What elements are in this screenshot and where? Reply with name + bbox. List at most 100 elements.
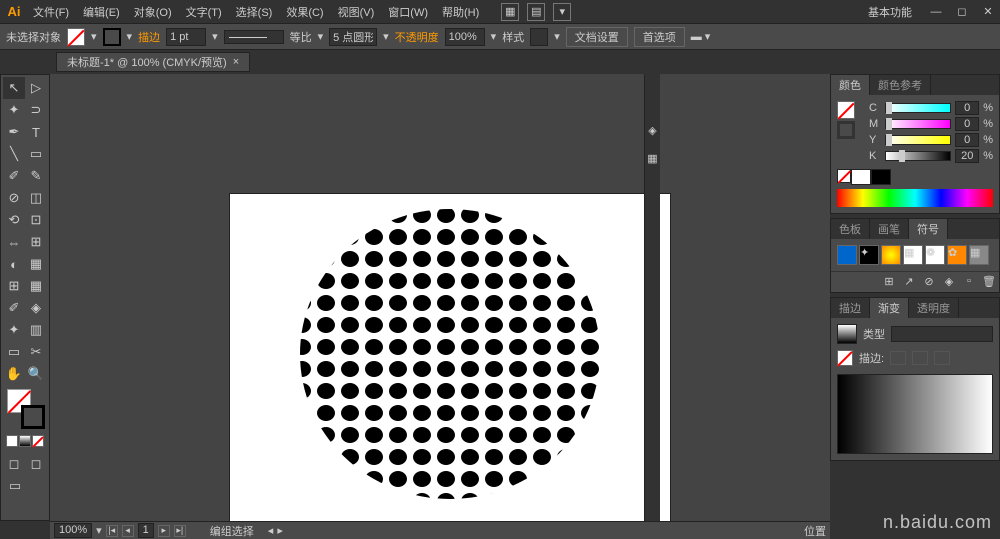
menu-window[interactable]: 窗口(W) [381,4,435,20]
stroke-color[interactable] [21,405,45,429]
stroke-opt-2[interactable] [912,351,928,365]
graph-tool[interactable]: ▥ [25,319,47,341]
new-symbol-icon[interactable]: ▫ [962,275,976,289]
symbol-options-icon[interactable]: ◈ [942,275,956,289]
tab-transparency[interactable]: 透明度 [909,298,959,318]
stroke-style-preview[interactable] [224,30,284,44]
preferences-button[interactable]: 首选项 [634,27,685,47]
doc-setup-button[interactable]: 文档设置 [566,27,628,47]
zoom-input[interactable]: 100% [54,523,92,538]
none-mode-swatch[interactable] [32,435,44,447]
line-tool[interactable]: ╲ [3,143,25,165]
lasso-tool[interactable]: ⊃ [25,99,47,121]
delete-symbol-icon[interactable]: 🗑 [982,275,996,289]
menu-effect[interactable]: 效果(C) [279,4,330,20]
symbol-2[interactable]: ✦ [859,245,879,265]
tab-swatches[interactable]: 色板 [831,219,870,239]
stroke-swatch[interactable] [103,28,121,46]
m-value[interactable]: 0 [955,117,979,131]
pencil-tool[interactable]: ✎ [25,165,47,187]
scroll-left-button[interactable]: ◂ [268,524,274,537]
opacity-label[interactable]: 不透明度 [395,29,439,45]
y-slider[interactable] [885,135,951,145]
arrange-icon[interactable]: ▾ [553,3,571,21]
stroke-opt-3[interactable] [934,351,950,365]
artboard-number[interactable]: 1 [138,523,154,538]
zoom-tool[interactable]: 🔍 [25,363,47,385]
draw-normal[interactable]: ◻ [3,453,25,475]
gradient-mode-swatch[interactable] [19,435,31,447]
stroke-label[interactable]: 描边 [138,29,160,45]
gradient-fill-none[interactable] [837,350,853,366]
menu-help[interactable]: 帮助(H) [435,4,486,20]
align-dropdown[interactable]: ▬ ▾ [691,30,711,43]
paintbrush-tool[interactable]: ✐ [3,165,25,187]
first-artboard-button[interactable]: |◂ [106,525,118,537]
white-swatch[interactable] [851,169,871,185]
magic-wand-tool[interactable]: ✦ [3,99,25,121]
doc-icon[interactable]: ▤ [527,3,545,21]
stroke-opt-1[interactable] [890,351,906,365]
symbol-6[interactable]: ✿ [947,245,967,265]
opacity-input[interactable] [445,28,485,46]
place-symbol-icon[interactable]: ↗ [902,275,916,289]
m-slider[interactable] [885,119,951,129]
y-value[interactable]: 0 [955,133,979,147]
scale-tool[interactable]: ⊡ [25,209,47,231]
layout-icon[interactable]: ▦ [501,3,519,21]
hand-tool[interactable]: ✋ [3,363,25,385]
pen-tool[interactable]: ✒ [3,121,25,143]
eyedropper-tool[interactable]: ✐ [3,297,25,319]
symbol-library-icon[interactable]: ⊞ [882,275,896,289]
color-mode-swatch[interactable] [6,435,18,447]
rotate-tool[interactable]: ⟲ [3,209,25,231]
tab-symbols[interactable]: 符号 [909,219,948,239]
draw-behind[interactable]: ◻ [25,453,47,475]
tab-close-button[interactable]: × [233,56,239,68]
screen-mode[interactable]: ▭ [3,475,27,497]
menu-view[interactable]: 视图(V) [331,4,382,20]
gradient-swatch[interactable] [837,324,857,344]
close-button[interactable]: ✕ [976,2,1000,22]
symbol-7[interactable]: ▦ [969,245,989,265]
workspace-switcher[interactable]: 基本功能 [858,4,922,20]
tab-color-guide[interactable]: 颜色参考 [870,75,931,95]
fill-stroke-control[interactable] [3,389,49,429]
symbol-sprayer-tool[interactable]: ✦ [3,319,25,341]
prev-artboard-button[interactable]: ◂ [122,525,134,537]
selection-tool[interactable]: ↖ [3,77,25,99]
stroke-width-input[interactable] [166,28,206,46]
eraser-tool[interactable]: ◫ [25,187,47,209]
menu-edit[interactable]: 编辑(E) [76,4,127,20]
direct-selection-tool[interactable]: ▷ [25,77,47,99]
c-value[interactable]: 0 [955,101,979,115]
blob-brush-tool[interactable]: ⊘ [3,187,25,209]
document-tab[interactable]: 未标题-1* @ 100% (CMYK/预览) × [56,52,250,72]
menu-file[interactable]: 文件(F) [26,4,76,20]
color-spectrum[interactable] [837,189,993,207]
menu-select[interactable]: 选择(S) [229,4,280,20]
gradient-preview[interactable] [837,374,993,454]
panel-fill-swatch[interactable] [837,101,855,119]
k-slider[interactable] [885,151,951,161]
artboard-tool[interactable]: ▭ [3,341,25,363]
slice-tool[interactable]: ✂ [25,341,47,363]
break-link-icon[interactable]: ⊘ [922,275,936,289]
side-icon-1[interactable]: ◈ [648,124,656,137]
side-icon-2[interactable]: ▦ [647,152,657,165]
menu-text[interactable]: 文字(T) [179,4,229,20]
symbol-5[interactable]: ❁ [925,245,945,265]
fill-swatch[interactable] [67,28,85,46]
style-swatch[interactable] [530,28,548,46]
dotted-ellipse-artwork[interactable] [290,204,610,504]
perspective-tool[interactable]: ▦ [25,253,47,275]
next-artboard-button[interactable]: ▸ [158,525,170,537]
last-artboard-button[interactable]: ▸| [174,525,186,537]
tab-color[interactable]: 颜色 [831,75,870,95]
maximize-button[interactable]: ◻ [950,2,974,22]
c-slider[interactable] [885,103,951,113]
gradient-tool[interactable]: ▦ [25,275,47,297]
tab-brushes[interactable]: 画笔 [870,219,909,239]
symbol-1[interactable] [837,245,857,265]
menu-object[interactable]: 对象(O) [127,4,179,20]
